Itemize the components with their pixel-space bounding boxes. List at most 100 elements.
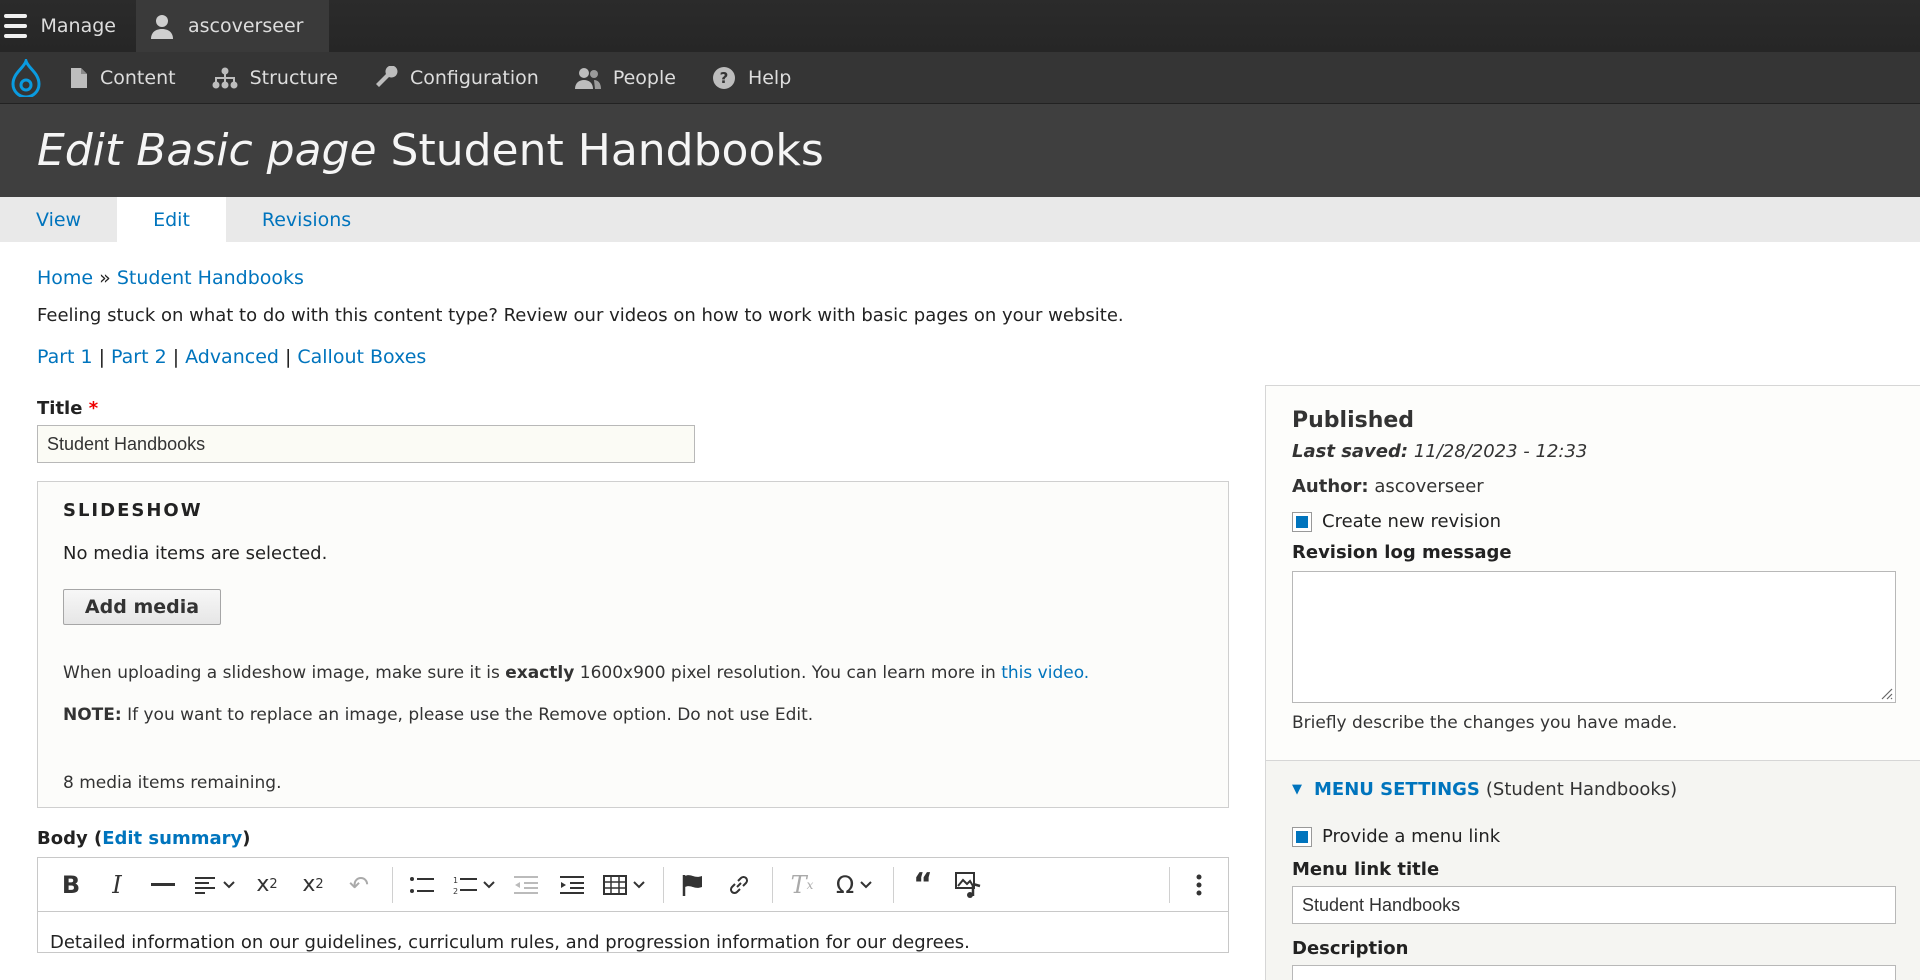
help-link-part-1[interactable]: Part 1 <box>37 346 93 368</box>
link-separator: | <box>284 346 292 368</box>
user-menu-button[interactable]: ascoverseer <box>136 0 330 52</box>
create-revision-row: Create new revision <box>1292 511 1894 532</box>
breadcrumb: Home » Student Handbooks <box>37 267 1920 289</box>
body-editor[interactable]: Detailed information on our guidelines, … <box>37 912 1229 953</box>
outdent-icon[interactable] <box>505 865 547 905</box>
more-options-icon[interactable] <box>1178 865 1220 905</box>
tab-revisions[interactable]: Revisions <box>226 197 387 242</box>
description-label: Description <box>1292 938 1409 959</box>
note-label: NOTE: <box>63 705 122 725</box>
sitemap-icon <box>212 67 238 88</box>
note-text: If you want to replace an image, please … <box>121 705 814 725</box>
superscript-icon[interactable]: x2 <box>246 865 288 905</box>
tray-item-label: Configuration <box>409 66 539 89</box>
remove-format-icon[interactable]: Tx <box>781 865 823 905</box>
add-media-button[interactable]: Add media <box>63 589 221 625</box>
undo-icon[interactable]: ↶ <box>338 865 380 905</box>
edit-summary-link[interactable]: Edit summary <box>102 828 242 849</box>
admin-tray: Content Structure Configuration People ?… <box>0 52 1920 104</box>
last-saved: Last saved: 11/28/2023 - 12:33 <box>1292 441 1894 462</box>
menu-link-title-label: Menu link title <box>1292 859 1440 880</box>
people-icon <box>574 67 601 89</box>
entity-meta: Published Last saved: 11/28/2023 - 12:33… <box>1266 386 1920 761</box>
hint-text: 1600x900 pixel resolution. You can learn… <box>574 663 1002 683</box>
menu-link-title-input[interactable] <box>1292 886 1896 924</box>
drupal-logo-icon[interactable] <box>0 52 52 104</box>
breadcrumb-current-link[interactable]: Student Handbooks <box>117 267 304 289</box>
horizontal-line-icon[interactable] <box>142 865 184 905</box>
tab-edit[interactable]: Edit <box>117 197 226 242</box>
italic-icon[interactable]: I <box>96 865 138 905</box>
numbered-list-icon[interactable]: 12 <box>447 865 501 905</box>
author: Author: ascoverseer <box>1292 476 1894 497</box>
provide-menu-link-row: Provide a menu link <box>1292 826 1894 847</box>
slideshow-legend: SLIDESHOW <box>63 500 203 521</box>
menu-settings-title: MENU SETTINGS <box>1314 779 1480 800</box>
blockquote-icon[interactable]: “ <box>902 865 944 905</box>
slideshow-hint: When uploading a slideshow image, make s… <box>63 663 1203 683</box>
tray-item-label: Help <box>747 66 792 89</box>
tray-item-configuration[interactable]: Configuration <box>356 52 557 104</box>
page-title: Edit Basic page Student Handbooks <box>37 125 824 176</box>
slideshow-fieldset: SLIDESHOW No media items are selected. A… <box>37 481 1229 808</box>
this-video-link[interactable]: this video. <box>1001 663 1089 683</box>
menu-settings-toggle[interactable]: ▼ MENU SETTINGS (Student Handbooks) <box>1292 779 1894 800</box>
provide-menu-link-checkbox[interactable] <box>1292 826 1312 847</box>
manage-label: Manage <box>40 15 116 37</box>
indent-icon[interactable] <box>551 865 593 905</box>
bold-icon[interactable]: B <box>50 865 92 905</box>
create-revision-checkbox[interactable] <box>1292 511 1312 532</box>
author-value: ascoverseer <box>1368 476 1484 497</box>
special-characters-icon[interactable]: Ω <box>827 865 881 905</box>
tray-item-structure[interactable]: Structure <box>194 52 356 104</box>
tab-view[interactable]: View <box>0 197 117 242</box>
toolbar-divider <box>663 866 664 903</box>
help-link-part-2[interactable]: Part 2 <box>111 346 167 368</box>
manage-menu-button[interactable]: Manage <box>0 0 136 52</box>
help-link-callout-boxes[interactable]: Callout Boxes <box>297 346 426 368</box>
slideshow-note: NOTE: If you want to replace an image, p… <box>63 705 1203 725</box>
admin-toolbar: Manage ascoverseer <box>0 0 1920 52</box>
link-separator: | <box>98 346 106 368</box>
help-link-advanced[interactable]: Advanced <box>185 346 279 368</box>
align-icon[interactable] <box>188 865 242 905</box>
link-icon[interactable] <box>718 865 760 905</box>
revision-log-label: Revision log message <box>1292 542 1512 563</box>
menu-settings-summary: (Student Handbooks) <box>1485 779 1678 800</box>
body-label-close: ) <box>242 828 251 849</box>
hint-bold: exactly <box>505 663 575 683</box>
toolbar-divider <box>392 866 393 903</box>
author-label: Author: <box>1292 476 1369 497</box>
toolbar-divider <box>1169 866 1170 903</box>
link-separator: | <box>172 346 180 368</box>
breadcrumb-separator: » <box>93 267 117 289</box>
toolbar-divider <box>893 866 894 903</box>
editor-toolbar: B I x2 x2 ↶ 12 Tx Ω “ <box>37 857 1229 912</box>
flag-icon[interactable] <box>672 865 714 905</box>
help-icon: ? <box>712 66 735 89</box>
tray-item-label: Content <box>100 66 176 89</box>
title-label-text: Title <box>37 398 83 419</box>
help-links: Part 1 | Part 2 | Advanced | Callout Boxes <box>37 346 1920 368</box>
table-icon[interactable] <box>597 865 651 905</box>
insert-media-icon[interactable] <box>948 865 990 905</box>
slideshow-empty-message: No media items are selected. <box>63 543 328 564</box>
tray-item-label: People <box>612 66 676 89</box>
svg-text:2: 2 <box>453 887 458 895</box>
revision-log-textarea[interactable] <box>1292 571 1896 703</box>
meta-sidebar: Published Last saved: 11/28/2023 - 12:33… <box>1265 385 1920 980</box>
hint-text: When uploading a slideshow image, make s… <box>63 663 506 683</box>
description-input[interactable] <box>1292 965 1896 980</box>
last-saved-label: Last saved: <box>1292 441 1409 462</box>
title-input[interactable] <box>37 425 695 463</box>
breadcrumb-home-link[interactable]: Home <box>37 267 93 289</box>
revision-log-description: Briefly describe the changes you have ma… <box>1292 713 1678 733</box>
file-icon <box>71 67 87 88</box>
tray-item-content[interactable]: Content <box>52 52 194 104</box>
tray-item-people[interactable]: People <box>557 52 694 104</box>
tray-item-help[interactable]: ? Help <box>694 52 809 104</box>
resize-grip-icon[interactable] <box>1879 686 1893 700</box>
subscript-icon[interactable]: x2 <box>292 865 334 905</box>
bulleted-list-icon[interactable] <box>401 865 443 905</box>
toolbar-divider <box>772 866 773 903</box>
